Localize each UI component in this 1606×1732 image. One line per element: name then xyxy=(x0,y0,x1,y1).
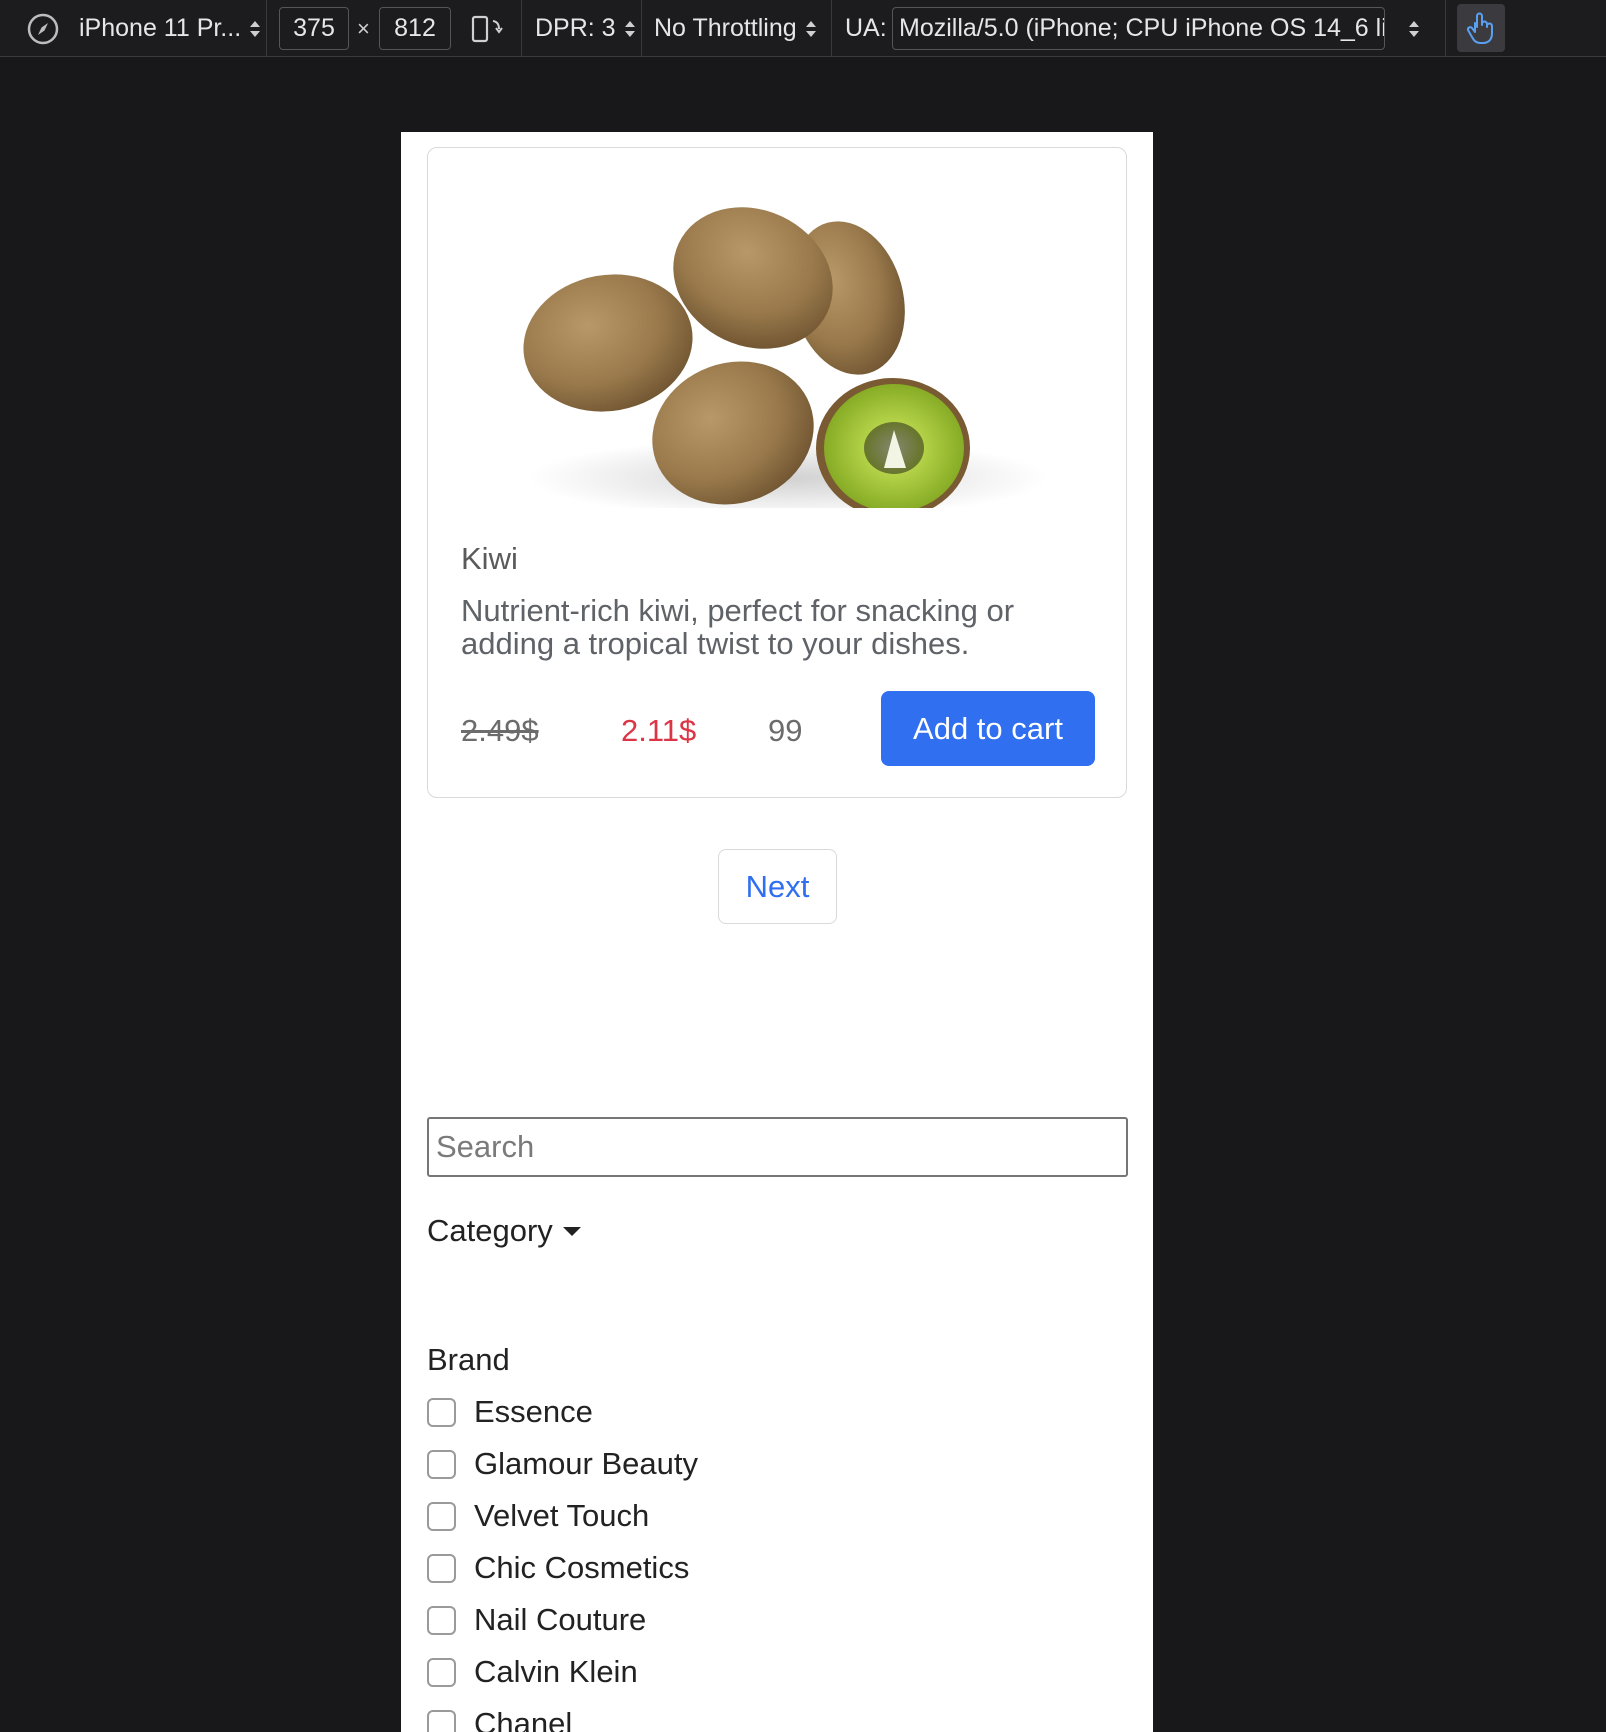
brand-label: Essence xyxy=(474,1394,593,1429)
category-label: Category xyxy=(427,1213,553,1248)
brand-label: Calvin Klein xyxy=(474,1654,638,1689)
ua-input[interactable]: Mozilla/5.0 (iPhone; CPU iPhone OS 14_6 … xyxy=(892,7,1385,50)
brand-label: Chic Cosmetics xyxy=(474,1550,690,1585)
device-viewport: Kiwi Nutrient-rich kiwi, perfect for sna… xyxy=(401,132,1153,1732)
brand-option-glamour-beauty[interactable]: Glamour Beauty xyxy=(427,1438,698,1490)
ua-label: UA: xyxy=(845,14,887,42)
brand-label: Chanel xyxy=(474,1706,573,1732)
hand-pointer-icon xyxy=(1466,12,1493,44)
checkbox[interactable] xyxy=(427,1501,456,1531)
device-selector[interactable]: iPhone 11 Pr... xyxy=(27,0,261,57)
checkbox[interactable] xyxy=(427,1605,456,1635)
touch-simulation-button[interactable] xyxy=(1457,4,1505,52)
brand-label: Glamour Beauty xyxy=(474,1446,698,1481)
add-to-cart-button[interactable]: Add to cart xyxy=(881,691,1095,766)
times-separator: × xyxy=(357,15,370,41)
updown-icon xyxy=(805,19,817,39)
brand-option-nail-couture[interactable]: Nail Couture xyxy=(427,1594,646,1646)
brand-label: Nail Couture xyxy=(474,1602,647,1637)
throttling-selector[interactable]: No Throttling xyxy=(654,0,817,57)
brand-label: Velvet Touch xyxy=(474,1498,650,1533)
updown-icon xyxy=(249,19,261,39)
updown-icon xyxy=(624,19,636,39)
dpr-label: DPR: 3 xyxy=(535,14,616,42)
device-name: iPhone 11 Pr... xyxy=(79,14,242,42)
brand-heading: Brand xyxy=(427,1342,510,1377)
compass-icon xyxy=(27,13,59,44)
brand-option-velvet-touch[interactable]: Velvet Touch xyxy=(427,1490,649,1542)
updown-icon xyxy=(1408,19,1420,39)
checkbox[interactable] xyxy=(427,1449,456,1479)
width-input[interactable]: 375 xyxy=(279,7,349,50)
sale-price: 2.11$ xyxy=(621,713,697,748)
brand-option-essence[interactable]: Essence xyxy=(427,1386,593,1438)
height-input[interactable]: 812 xyxy=(379,7,451,50)
responsive-toolbar: iPhone 11 Pr... 375 × 812 DPR: 3 No Thro… xyxy=(0,0,1606,57)
category-dropdown[interactable]: Category xyxy=(427,1213,581,1249)
checkbox[interactable] xyxy=(427,1657,456,1687)
brand-option-calvin-klein[interactable]: Calvin Klein xyxy=(427,1646,638,1698)
caret-down-icon xyxy=(562,1226,581,1236)
product-title: Kiwi xyxy=(461,541,518,576)
product-card: Kiwi Nutrient-rich kiwi, perfect for sna… xyxy=(427,147,1127,798)
ua-dropdown[interactable] xyxy=(1400,0,1420,57)
next-page-button[interactable]: Next xyxy=(718,849,837,924)
brand-option-chic-cosmetics[interactable]: Chic Cosmetics xyxy=(427,1542,689,1594)
rotate-button[interactable] xyxy=(470,0,506,57)
rotate-device-icon xyxy=(471,15,503,42)
stock-count: 99 xyxy=(768,713,803,748)
product-description: Nutrient-rich kiwi, perfect for snacking… xyxy=(461,593,1015,661)
kiwi-product-image xyxy=(523,207,1048,508)
original-price: 2.49$ xyxy=(461,713,539,748)
checkbox[interactable] xyxy=(427,1709,456,1732)
throttling-label: No Throttling xyxy=(654,14,797,42)
dpr-selector[interactable]: DPR: 3 xyxy=(535,0,636,57)
brand-option-chanel[interactable]: Chanel xyxy=(427,1698,572,1732)
search-input[interactable] xyxy=(427,1117,1128,1177)
checkbox[interactable] xyxy=(427,1397,456,1427)
checkbox[interactable] xyxy=(427,1553,456,1583)
